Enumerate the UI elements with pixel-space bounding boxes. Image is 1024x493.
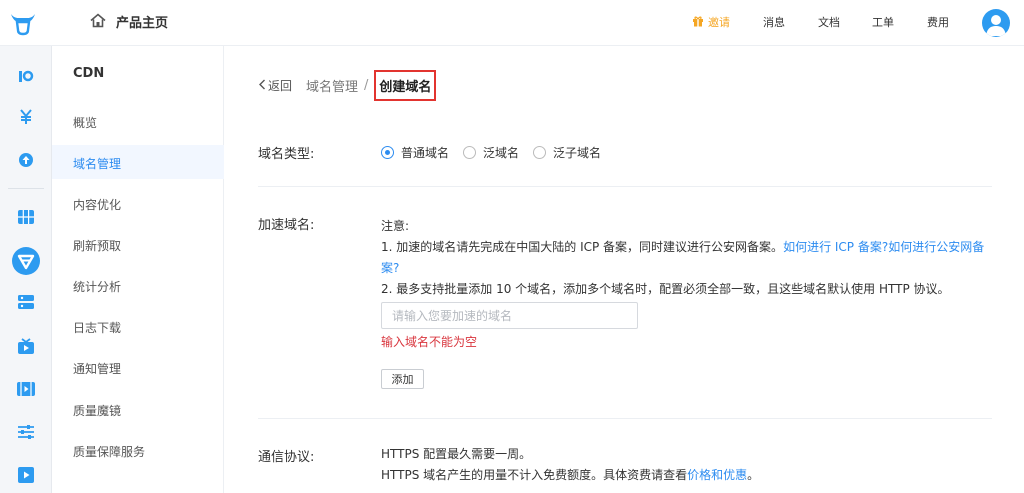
sidebar-item-domain-management[interactable]: 域名管理: [73, 155, 121, 172]
bull-logo-icon[interactable]: [8, 8, 38, 38]
radio-normal-domain-label: 普通域名: [401, 146, 450, 160]
home-link-label: 产品主页: [116, 16, 169, 31]
chevron-left-icon: [258, 79, 266, 93]
https-note-1: HTTPS 配置最久需要一周。: [381, 447, 532, 461]
pricing-link[interactable]: 价格和优惠: [687, 468, 747, 482]
breadcrumb: 返回 域名管理 / 创建域名: [258, 70, 437, 101]
https-note-2-text: HTTPS 域名产生的用量不计入免费额度。具体资费请查看: [381, 468, 688, 482]
rail-divider: [8, 188, 44, 189]
main-content: 返回 域名管理 / 创建域名 域名类型: 普通域名 泛域名 泛子域名 加速域名:…: [224, 46, 1024, 493]
ticket-link[interactable]: 工单: [872, 14, 894, 30]
sidebar-item-notifications[interactable]: 通知管理: [73, 360, 121, 377]
sidebar-item-quality-assurance[interactable]: 质量保障服务: [73, 443, 145, 460]
accel-domain-notes: 注意: 1. 加速的域名请先完成在中国大陆的 ICP 备案，同时建议进行公安网备…: [381, 216, 993, 300]
invite-label: 邀请: [708, 16, 730, 29]
radio-normal-domain[interactable]: 普通域名: [381, 144, 449, 161]
radio-wildcard-subdomain-dot[interactable]: [533, 146, 547, 159]
domain-type-label: 域名类型:: [258, 147, 315, 162]
breadcrumb-separator: /: [364, 78, 369, 93]
accel-domain-label: 加速域名:: [258, 218, 315, 233]
domain-type-radio-group: 普通域名 泛域名 泛子域名: [381, 144, 615, 161]
storage-icon[interactable]: [16, 292, 36, 312]
https-note-2: HTTPS 域名产生的用量不计入免费额度。具体资费请查看价格和优惠。: [381, 465, 759, 486]
radio-wildcard-domain-label: 泛域名: [483, 146, 520, 160]
cdn-sidebar: CDN 概览 域名管理 内容优化 刷新预取 统计分析 日志下载 通知管理 质量魔…: [52, 46, 224, 493]
sidebar-item-log-download[interactable]: 日志下载: [73, 319, 121, 336]
yen-icon[interactable]: [16, 107, 36, 127]
note-title: 注意:: [381, 219, 410, 233]
rocket-icon[interactable]: [16, 66, 36, 86]
live-video-icon[interactable]: [16, 336, 36, 356]
media-processing-icon[interactable]: [16, 379, 36, 399]
fees-link[interactable]: 费用: [927, 14, 949, 30]
icp-filing-link[interactable]: 如何进行 ICP 备案?: [783, 240, 888, 254]
domain-error-message: 输入域名不能为空: [381, 335, 478, 349]
vod-icon[interactable]: [16, 465, 36, 485]
sidebar-item-refresh-prefetch[interactable]: 刷新预取: [73, 237, 121, 254]
radio-wildcard-subdomain[interactable]: 泛子域名: [533, 144, 601, 161]
section-divider: [258, 186, 992, 187]
sidebar-item-statistics[interactable]: 统计分析: [73, 278, 121, 295]
note-1-text: 1. 加速的域名请先完成在中国大陆的 ICP 备案，同时建议进行公安网备案。: [381, 240, 784, 254]
radio-wildcard-subdomain-label: 泛子域名: [553, 146, 602, 160]
sliders-icon[interactable]: [16, 422, 36, 442]
sidebar-title: CDN: [73, 66, 105, 81]
back-button[interactable]: 返回: [258, 77, 292, 94]
protocol-notes: HTTPS 配置最久需要一周。 HTTPS 域名产生的用量不计入免费额度。具体资…: [381, 444, 759, 486]
cdn-icon[interactable]: [12, 247, 40, 275]
radio-normal-domain-dot[interactable]: [381, 146, 394, 159]
section-divider: [258, 418, 992, 419]
breadcrumb-domain-management[interactable]: 域名管理: [306, 76, 358, 95]
invite-link[interactable]: 邀请: [692, 14, 730, 30]
home-icon: [90, 12, 106, 31]
top-header: 产品主页 邀请 消息 文档 工单 费用: [0, 0, 1024, 46]
breadcrumb-current: 创建域名: [374, 70, 437, 101]
note-1: 1. 加速的域名请先完成在中国大陆的 ICP 备案，同时建议进行公安网备案。如何…: [381, 237, 993, 279]
docs-link[interactable]: 文档: [818, 14, 840, 30]
upload-icon[interactable]: [16, 150, 36, 170]
add-domain-button[interactable]: 添加: [381, 369, 424, 389]
domain-input[interactable]: [381, 302, 638, 329]
home-link[interactable]: 产品主页: [90, 12, 168, 31]
sidebar-item-quality-mirror[interactable]: 质量魔镜: [73, 402, 121, 419]
https-note-2-end: 。: [747, 468, 760, 482]
note-2: 2. 最多支持批量添加 10 个域名，添加多个域名时，配置必须全部一致，且这些域…: [381, 282, 950, 296]
product-rail: [0, 46, 52, 493]
sidebar-item-content-optimization[interactable]: 内容优化: [73, 196, 121, 213]
protocol-label: 通信协议:: [258, 450, 315, 465]
back-label: 返回: [268, 79, 293, 93]
sidebar-item-overview[interactable]: 概览: [73, 114, 97, 131]
grid-icon[interactable]: [16, 207, 36, 227]
user-avatar-icon[interactable]: [982, 9, 1010, 37]
messages-link[interactable]: 消息: [763, 14, 785, 30]
radio-wildcard-domain-dot[interactable]: [463, 146, 477, 159]
radio-wildcard-domain[interactable]: 泛域名: [463, 144, 519, 161]
gift-icon: [692, 15, 704, 30]
